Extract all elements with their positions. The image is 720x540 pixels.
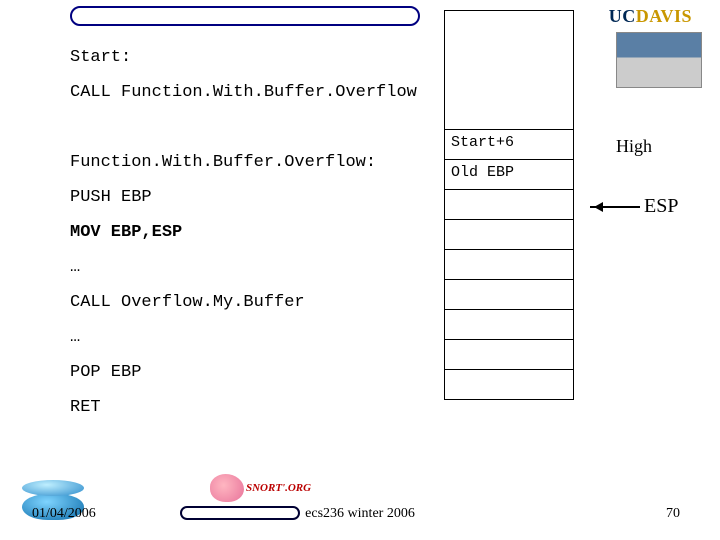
ucdavis-logo: UCDAVIS (572, 6, 692, 27)
code-line: POP EBP (70, 363, 670, 382)
stack-column: Start+6 Old EBP (444, 10, 574, 400)
title-pill (70, 6, 420, 26)
code-line: Function.With.Buffer.Overflow: (70, 153, 670, 172)
label-high: High (616, 136, 652, 157)
code-line: … (70, 258, 670, 277)
code-line: Start: (70, 48, 670, 67)
footer-page-number: 70 (666, 506, 680, 522)
code-line: CALL Function.With.Buffer.Overflow (70, 83, 670, 102)
stack-cell (444, 310, 574, 340)
logo-uc: UC (609, 6, 636, 26)
code-line (70, 118, 670, 137)
logo-davis: DAVIS (636, 6, 692, 26)
code-line: … (70, 328, 670, 347)
code-line: CALL Overflow.My.Buffer (70, 293, 670, 312)
stack-cell (444, 220, 574, 250)
main-content: Start: CALL Function.With.Buffer.Overflo… (70, 48, 670, 470)
stack-cell (444, 280, 574, 310)
stack-cell: Start+6 (444, 130, 574, 160)
code-line-current: MOV EBP,ESP (70, 223, 670, 242)
esp-pointer: ESP (590, 195, 678, 218)
arrow-left-icon (590, 206, 640, 208)
stack-cell (444, 370, 574, 400)
stack-cell (444, 340, 574, 370)
footer-course: ecs236 winter 2006 (305, 506, 415, 522)
stack-cell (444, 250, 574, 280)
stack-cell (444, 190, 574, 220)
code-line: RET (70, 398, 670, 417)
code-line: PUSH EBP (70, 188, 670, 207)
assembly-code: Start: CALL Function.With.Buffer.Overflo… (70, 48, 670, 417)
footer-date: 01/04/2006 (32, 506, 96, 522)
label-esp: ESP (644, 195, 678, 218)
slide-footer: 01/04/2006 ecs236 winter 2006 70 (0, 490, 720, 530)
stack-cell (444, 10, 574, 130)
stack-cell: Old EBP (444, 160, 574, 190)
